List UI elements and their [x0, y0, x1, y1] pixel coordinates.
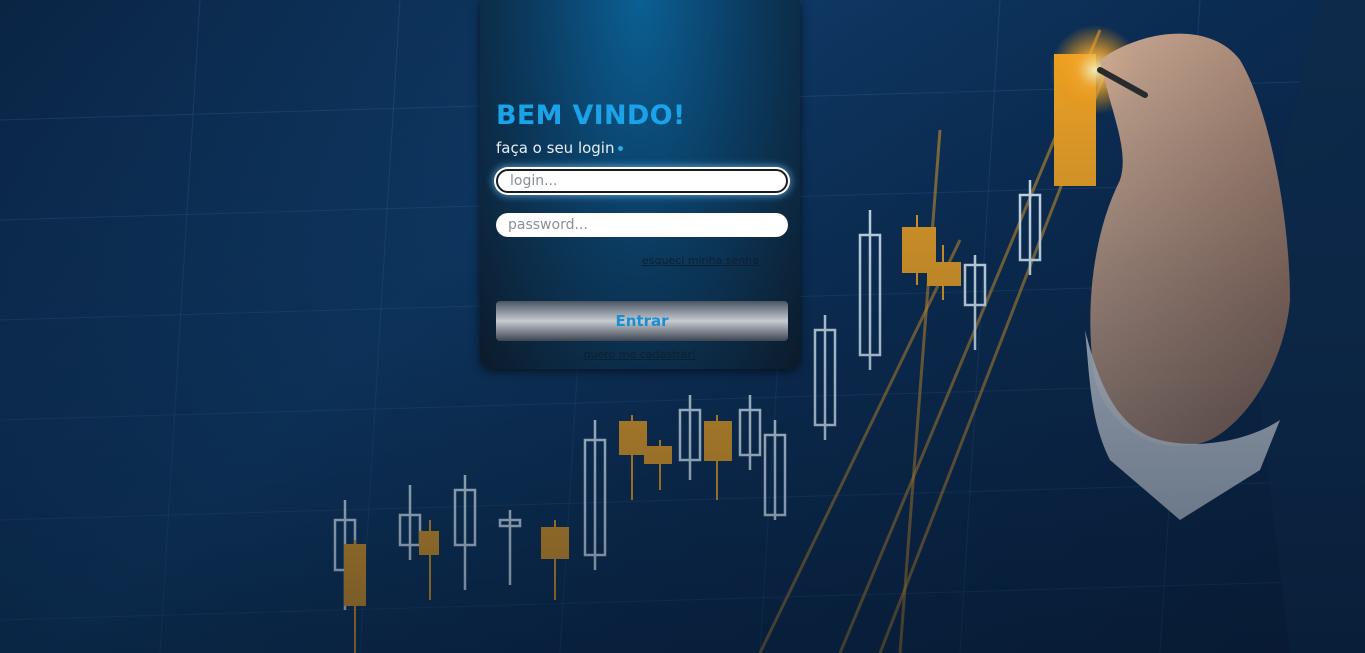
welcome-title: BEM VINDO! [496, 100, 686, 131]
login-subtitle-text: faça o seu login [496, 139, 615, 157]
register-link[interactable]: quero me cadastrar! [480, 348, 800, 361]
login-submit-button[interactable]: Entrar [496, 301, 788, 341]
forgot-password-link[interactable]: esqueci minha senha [642, 254, 759, 267]
login-subtitle: faça o seu login [496, 139, 624, 157]
login-page: BEM VINDO! faça o seu login esqueci minh… [0, 0, 1365, 653]
login-input[interactable] [496, 169, 788, 193]
dot-icon [618, 146, 624, 151]
login-card: BEM VINDO! faça o seu login esqueci minh… [480, 0, 800, 369]
password-input[interactable] [496, 213, 788, 237]
